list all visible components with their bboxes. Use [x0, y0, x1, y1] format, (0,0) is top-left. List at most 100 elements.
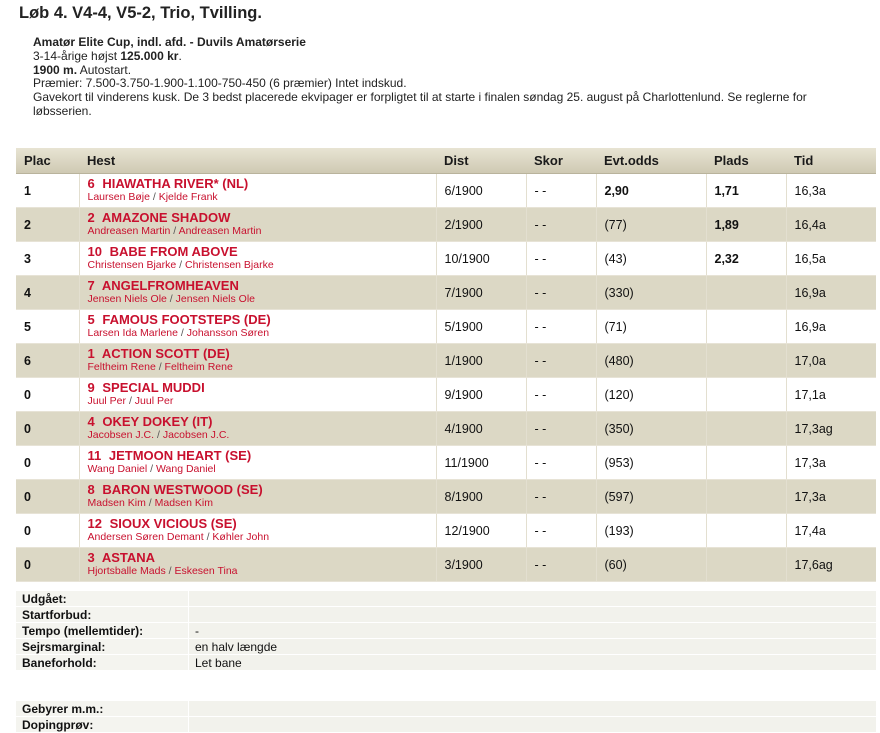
- driver-trainer: Wang Daniel / Wang Daniel: [88, 463, 436, 476]
- driver-link[interactable]: Hjortsballe Mads: [88, 565, 166, 577]
- detail-row: Dopingprøv:: [16, 716, 876, 733]
- horse-link[interactable]: 2 AMAZONE SHADOW: [88, 211, 436, 225]
- plac-cell: 0: [16, 513, 80, 548]
- table-row: 08 BARON WESTWOOD (SE) Madsen Kim / Madse…: [16, 479, 876, 514]
- plads-cell: 2,32: [706, 241, 787, 276]
- trainer-link[interactable]: Køhler John: [212, 531, 269, 543]
- driver-link[interactable]: Feltheim Rene: [88, 361, 156, 373]
- plac-cell: 0: [16, 479, 80, 514]
- driver-link[interactable]: Madsen Kim: [88, 497, 146, 509]
- trainer-link[interactable]: Wang Daniel: [156, 463, 216, 475]
- horse-name: SPECIAL MUDDI: [102, 380, 205, 395]
- horse-link[interactable]: 10 BABE FROM ABOVE: [88, 245, 436, 259]
- skor-cell: - -: [526, 411, 597, 446]
- start-number: 11: [87, 448, 102, 463]
- horse-cell: 1 ACTION SCOTT (DE) Feltheim Rene / Felth…: [79, 343, 437, 378]
- detail-label: Udgået:: [16, 591, 189, 607]
- trainer-link[interactable]: Jensen Niels Ole: [176, 293, 255, 305]
- horse-link[interactable]: 3 ASTANA: [88, 551, 436, 565]
- driver-trainer: Hjortsballe Mads / Eskesen Tina: [88, 565, 436, 578]
- trainer-link[interactable]: Andreasen Martin: [179, 225, 262, 237]
- dist-cell: 2/1900: [436, 207, 527, 242]
- trainer-link[interactable]: Feltheim Rene: [165, 361, 233, 373]
- odds-cell: (193): [596, 513, 707, 548]
- detail-label: Tempo (mellemtider):: [16, 622, 189, 639]
- odds-cell: (43): [596, 241, 707, 276]
- plads-cell: [706, 377, 787, 412]
- driver-link[interactable]: Christensen Bjarke: [88, 259, 177, 271]
- plads-cell: 1,71: [706, 173, 787, 208]
- detail-value: [188, 606, 876, 623]
- start-number: 7: [87, 278, 95, 293]
- start-number: 9: [87, 380, 95, 395]
- detail-label: Sejrsmarginal:: [16, 638, 189, 655]
- plac-cell: 6: [16, 343, 80, 378]
- driver-link[interactable]: Juul Per: [88, 395, 127, 407]
- horse-cell: 11 JETMOON HEART (SE) Wang Daniel / Wang …: [79, 445, 437, 480]
- trainer-link[interactable]: Kjelde Frank: [159, 191, 218, 203]
- horse-link[interactable]: 6 HIAWATHA RIVER* (NL): [88, 177, 436, 191]
- horse-cell: 9 SPECIAL MUDDI Juul Per / Juul Per: [79, 377, 437, 412]
- race-info: Amatør Elite Cup, indl. afd. - Duvils Am…: [33, 35, 853, 119]
- skor-cell: - -: [526, 241, 597, 276]
- driver-trainer: Andersen Søren Demant / Køhler John: [88, 531, 436, 544]
- skor-cell: - -: [526, 343, 597, 378]
- trainer-link[interactable]: Johansson Søren: [187, 327, 269, 339]
- horse-link[interactable]: 8 BARON WESTWOOD (SE): [88, 483, 436, 497]
- driver-link[interactable]: Jensen Niels Ole: [88, 293, 167, 305]
- trainer-link[interactable]: Juul Per: [135, 395, 174, 407]
- start-number: 1: [87, 346, 95, 361]
- driver-trainer: Christensen Bjarke / Christensen Bjarke: [88, 259, 436, 272]
- horse-cell: 7 ANGELFROMHEAVEN Jensen Niels Ole / Jens…: [79, 275, 437, 310]
- horse-name: BABE FROM ABOVE: [109, 244, 238, 259]
- horse-name: ACTION SCOTT (DE): [101, 346, 230, 361]
- driver-link[interactable]: Andreasen Martin: [88, 225, 171, 237]
- horse-link[interactable]: 4 OKEY DOKEY (IT): [88, 415, 436, 429]
- horse-link[interactable]: 12 SIOUX VICIOUS (SE): [88, 517, 436, 531]
- horse-link[interactable]: 11 JETMOON HEART (SE): [88, 449, 436, 463]
- name-separator: /: [176, 259, 185, 271]
- header-tid: Tid: [786, 148, 876, 174]
- start-number: 3: [87, 550, 95, 565]
- driver-link[interactable]: Andersen Søren Demant: [88, 531, 204, 543]
- horse-cell: 2 AMAZONE SHADOW Andreasen Martin / Andre…: [79, 207, 437, 242]
- name-separator: /: [155, 361, 165, 373]
- horse-name: OKEY DOKEY (IT): [102, 414, 213, 429]
- driver-link[interactable]: Laursen Bøje: [88, 191, 150, 203]
- trainer-link[interactable]: Christensen Bjarke: [185, 259, 274, 271]
- tid-cell: 17,4a: [786, 513, 876, 548]
- driver-link[interactable]: Jacobsen J.C.: [88, 429, 155, 441]
- driver-link[interactable]: Larsen Ida Marlene: [88, 327, 178, 339]
- skor-cell: - -: [526, 309, 597, 344]
- horse-name: FAMOUS FOOTSTEPS (DE): [102, 312, 271, 327]
- driver-trainer: Feltheim Rene / Feltheim Rene: [88, 361, 436, 374]
- plac-cell: 2: [16, 207, 80, 242]
- table-row: 03 ASTANA Hjortsballe Mads / Eskesen Tina…: [16, 547, 876, 582]
- skor-cell: - -: [526, 275, 597, 310]
- horse-link[interactable]: 1 ACTION SCOTT (DE): [88, 347, 436, 361]
- horse-link[interactable]: 5 FAMOUS FOOTSTEPS (DE): [88, 313, 436, 327]
- driver-trainer: Juul Per / Juul Per: [88, 395, 436, 408]
- detail-label: Dopingprøv:: [16, 716, 189, 733]
- trainer-link[interactable]: Madsen Kim: [155, 497, 213, 509]
- horse-link[interactable]: 9 SPECIAL MUDDI: [88, 381, 436, 395]
- horse-cell: 8 BARON WESTWOOD (SE) Madsen Kim / Madsen…: [79, 479, 437, 514]
- skor-cell: - -: [526, 377, 597, 412]
- odds-cell: (330): [596, 275, 707, 310]
- name-separator: /: [166, 293, 176, 305]
- race-details-table: Udgået: Startforbud: Tempo (mellemtider): -…: [16, 591, 876, 671]
- race-conditions: 3-14-årige højst 125.000 kr.: [33, 49, 853, 64]
- detail-row: Sejrsmarginal: en halv længde: [16, 638, 876, 655]
- odds-cell: (350): [596, 411, 707, 446]
- horse-link[interactable]: 7 ANGELFROMHEAVEN: [88, 279, 436, 293]
- table-row: 16 HIAWATHA RIVER* (NL) Laursen Bøje / Kj…: [16, 173, 876, 208]
- trainer-link[interactable]: Eskesen Tina: [174, 565, 237, 577]
- trainer-link[interactable]: Jacobsen J.C.: [163, 429, 230, 441]
- dist-cell: 5/1900: [436, 309, 527, 344]
- driver-link[interactable]: Wang Daniel: [88, 463, 148, 475]
- odds-cell: (60): [596, 547, 707, 582]
- detail-label: Gebyrer m.m.:: [16, 701, 189, 717]
- start-number: 10: [87, 244, 102, 259]
- plads-cell: [706, 275, 787, 310]
- horse-name: BARON WESTWOOD (SE): [102, 482, 263, 497]
